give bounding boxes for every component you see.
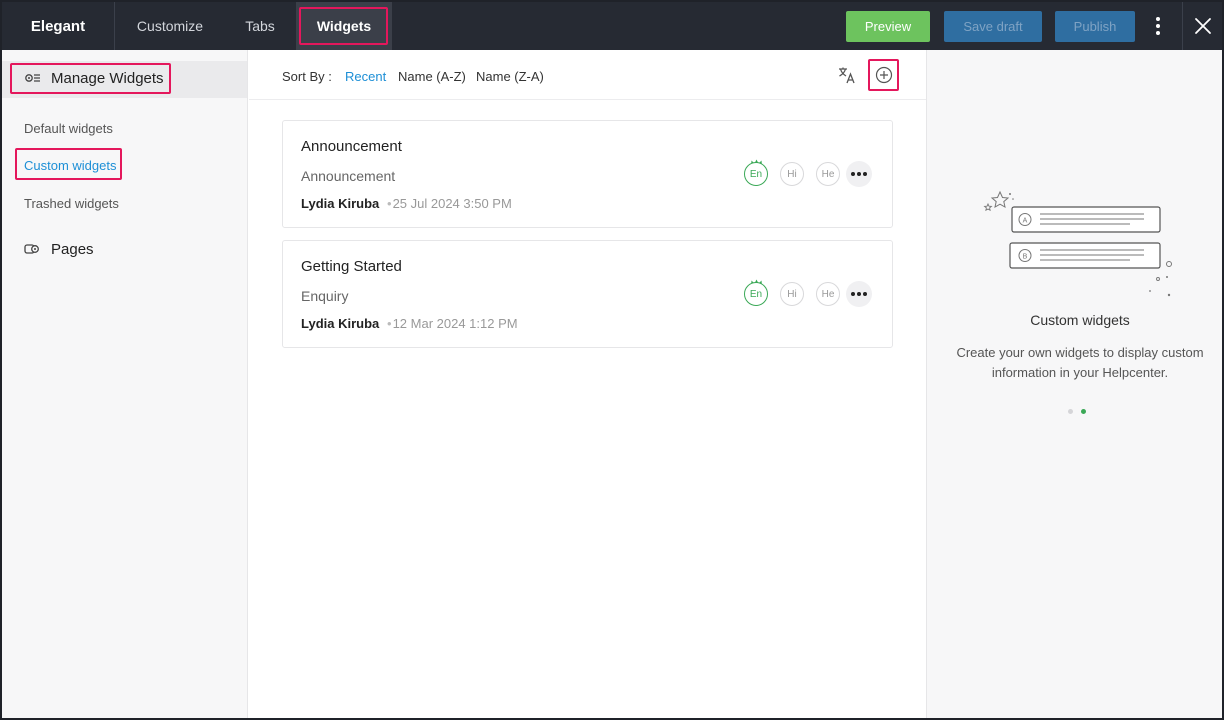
widget-card[interactable]: Announcement Announcement Lydia Kiruba 2… [282, 120, 893, 228]
more-vertical-icon[interactable] [1148, 14, 1168, 38]
widget-title: Announcement [301, 138, 402, 155]
publish-button[interactable]: Publish [1055, 11, 1135, 42]
sort-option-name-za[interactable]: Name (Z-A) [476, 69, 544, 84]
svg-text:B: B [1023, 254, 1028, 261]
preview-button[interactable]: Preview [846, 11, 930, 42]
widget-type: Enquiry [301, 288, 349, 304]
sidebar: Manage Widgets Default widgets Custom wi… [2, 50, 248, 718]
widget-date: 12 Mar 2024 1:12 PM [387, 316, 518, 331]
widgets-settings-icon [24, 71, 42, 90]
widget-type: Announcement [301, 168, 396, 184]
info-panel: A B Custom widgets Create your own widge… [926, 50, 1222, 718]
add-widget-button[interactable] [868, 59, 899, 91]
more-options-icon[interactable] [846, 161, 872, 187]
widget-date: 25 Jul 2024 3:50 PM [387, 196, 512, 211]
carousel-dot[interactable] [1068, 409, 1073, 414]
sort-option-recent[interactable]: Recent [345, 69, 386, 84]
info-panel-description: Create your own widgets to display custo… [956, 345, 1204, 380]
top-bar: Elegant Customize Tabs Widgets Preview S… [2, 2, 1222, 50]
language-badge-he[interactable]: He [816, 162, 840, 186]
sort-bar: Sort By : Recent Name (A-Z) Name (Z-A) [249, 50, 926, 100]
carousel-dot-active[interactable] [1081, 409, 1086, 414]
more-options-icon[interactable] [846, 281, 872, 307]
sidebar-item-default-widgets[interactable]: Default widgets [24, 121, 113, 136]
language-badge-hi[interactable]: Hi [780, 162, 804, 186]
app-frame: Elegant Customize Tabs Widgets Preview S… [0, 0, 1224, 720]
widget-author: Lydia Kiruba [301, 316, 380, 331]
save-draft-button[interactable]: Save draft [944, 11, 1042, 42]
language-badge-hi[interactable]: Hi [780, 282, 804, 306]
highlight-box [15, 148, 122, 180]
sort-label: Sort By : [282, 69, 332, 84]
sort-option-name-az[interactable]: Name (A-Z) [398, 69, 466, 84]
info-panel-title: Custom widgets [1030, 312, 1130, 328]
tab-tabs[interactable]: Tabs [224, 2, 296, 50]
tab-customize[interactable]: Customize [116, 2, 224, 50]
sidebar-item-label: Manage Widgets [51, 70, 164, 87]
sidebar-item-pages[interactable]: Pages [51, 241, 94, 258]
close-icon[interactable] [1182, 2, 1222, 50]
widget-author: Lydia Kiruba [301, 196, 380, 211]
widget-card[interactable]: Getting Started Enquiry Lydia Kiruba 12 … [282, 240, 893, 348]
svg-text:A: A [1023, 218, 1028, 225]
language-badge-he[interactable]: He [816, 282, 840, 306]
language-badge-en[interactable]: En [744, 282, 768, 306]
tab-widgets[interactable]: Widgets [296, 2, 392, 50]
custom-widgets-illustration: A B [982, 188, 1182, 305]
highlight-box [299, 7, 388, 45]
widget-title: Getting Started [301, 258, 402, 275]
pages-settings-icon [24, 242, 42, 261]
add-circle-icon [875, 66, 892, 84]
translate-icon[interactable] [837, 65, 857, 90]
main-content: Sort By : Recent Name (A-Z) Name (Z-A) A… [249, 50, 926, 718]
language-badge-en[interactable]: En [744, 162, 768, 186]
brand-name: Elegant [2, 2, 115, 50]
carousel-dots[interactable] [1068, 409, 1086, 414]
sidebar-item-trashed-widgets[interactable]: Trashed widgets [24, 196, 119, 211]
